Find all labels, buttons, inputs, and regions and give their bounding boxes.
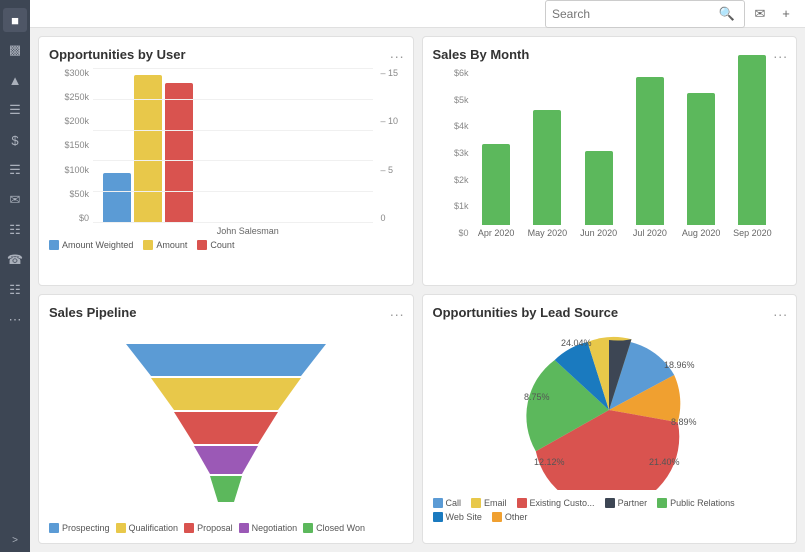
- opp-legend: Amount Weighted Amount Count: [49, 240, 403, 250]
- funnel-prospecting: [126, 344, 326, 376]
- funnel-chart: [116, 344, 336, 504]
- sidebar-icon-envelope[interactable]: ✉: [3, 188, 27, 212]
- legend-amount: Amount: [143, 240, 187, 250]
- legend-web-site: Web Site: [433, 512, 482, 522]
- opp-bar-red: [165, 83, 193, 223]
- funnel-container: [49, 326, 403, 521]
- sales-pipeline-menu[interactable]: ...: [390, 303, 405, 319]
- sidebar-icon-listalt[interactable]: ☷: [3, 278, 27, 302]
- legend-qualification: Qualification: [116, 523, 179, 533]
- sidebar: ■ ▩ ▲ ☰ $ ☴ ✉ ☷ ☎ ☷ ⋯ >: [0, 0, 30, 552]
- opp-yaxis-left: $0 $50k $100k $150k $200k $250k $300k: [49, 68, 89, 223]
- opp-by-lead-menu[interactable]: ...: [773, 303, 788, 319]
- month-sep: Sep 2020: [727, 55, 778, 238]
- funnel-qualification: [151, 378, 301, 410]
- legend-amount-weighted: Amount Weighted: [49, 240, 133, 250]
- pie-chart: 18.96% 8.89% 21.40% 12.12% 8.75% 24.04%: [509, 330, 709, 490]
- opp-bar-yellow: [134, 75, 162, 223]
- legend-partner: Partner: [605, 498, 648, 508]
- month-apr: Apr 2020: [471, 144, 522, 238]
- sidebar-expand-button[interactable]: >: [12, 535, 18, 546]
- legend-proposal: Proposal: [184, 523, 233, 533]
- legend-prospecting: Prospecting: [49, 523, 110, 533]
- sales-bar-chart-area: $0 $1k $2k $3k $4k $5k $6k Apr 2020 May …: [433, 68, 787, 238]
- sales-pipeline-title: Sales Pipeline: [49, 305, 403, 320]
- opp-yaxis-right: 0 – 5 – 10 – 15: [378, 68, 403, 223]
- dashboard: Opportunities by User ... $0 $50k $100k …: [30, 28, 805, 552]
- plus-icon[interactable]: +: [775, 3, 797, 25]
- search-wrap[interactable]: 🔍: [545, 0, 745, 28]
- opp-bar-blue: [103, 173, 131, 223]
- sidebar-icon-list[interactable]: ☰: [3, 98, 27, 122]
- legend-existing: Existing Custo...: [517, 498, 595, 508]
- pie-container: 18.96% 8.89% 21.40% 12.12% 8.75% 24.04%: [433, 326, 787, 494]
- legend-negotiation: Negotiation: [239, 523, 298, 533]
- opp-by-lead-panel: Opportunities by Lead Source ...: [422, 294, 798, 544]
- sidebar-icon-ellipsis[interactable]: ⋯: [3, 308, 27, 332]
- bell-icon[interactable]: ✉: [749, 3, 771, 25]
- legend-call: Call: [433, 498, 462, 508]
- opp-by-lead-title: Opportunities by Lead Source: [433, 305, 787, 320]
- sales-yaxis: $0 $1k $2k $3k $4k $5k $6k: [433, 68, 469, 238]
- opp-x-label: John Salesman: [93, 226, 403, 236]
- legend-count: Count: [197, 240, 234, 250]
- opp-by-user-panel: Opportunities by User ... $0 $50k $100k …: [38, 36, 414, 286]
- pie-label-other: 8.89%: [671, 417, 697, 427]
- legend-swatch-yellow: [143, 240, 153, 250]
- main-area: 🔍 ✉ + Opportunities by User ... $0: [30, 0, 805, 552]
- month-may: May 2020: [522, 110, 573, 238]
- search-input[interactable]: [552, 7, 712, 21]
- legend-other-lead: Other: [492, 512, 528, 522]
- sidebar-icon-dollar[interactable]: $: [3, 128, 27, 152]
- legend-public-relations: Public Relations: [657, 498, 735, 508]
- search-icon[interactable]: 🔍: [716, 3, 738, 25]
- pie-label-existing: 21.40%: [649, 457, 680, 467]
- legend-swatch-blue: [49, 240, 59, 250]
- opp-by-user-menu[interactable]: ...: [390, 45, 405, 61]
- opp-by-user-title: Opportunities by User: [49, 47, 403, 62]
- month-jul: Jul 2020: [624, 77, 675, 238]
- sidebar-icon-briefcase[interactable]: ☴: [3, 158, 27, 182]
- sidebar-icon-grid[interactable]: ■: [3, 8, 27, 32]
- sales-by-month-panel: Sales By Month ... $0 $1k $2k $3k $4k $5…: [422, 36, 798, 286]
- pie-label-call: 18.96%: [664, 360, 695, 370]
- topbar: 🔍 ✉ +: [30, 0, 805, 28]
- sales-pipeline-panel: Sales Pipeline ...: [38, 294, 414, 544]
- legend-swatch-red: [197, 240, 207, 250]
- sidebar-icon-phone[interactable]: ☎: [3, 248, 27, 272]
- sidebar-icon-tag[interactable]: ▲: [3, 68, 27, 92]
- pie-label-email: 24.04%: [561, 338, 592, 348]
- funnel-proposal: [174, 412, 278, 444]
- opp-bar-group: [103, 75, 193, 223]
- pie-label-web: 8.75%: [524, 392, 550, 402]
- pipeline-legend: Prospecting Qualification Proposal Negot…: [49, 523, 403, 533]
- sidebar-icon-calendar[interactable]: ☷: [3, 218, 27, 242]
- funnel-closed-won: [210, 476, 242, 502]
- pie-label-pr: 12.12%: [534, 457, 565, 467]
- sidebar-icon-chart[interactable]: ▩: [3, 38, 27, 62]
- month-aug: Aug 2020: [676, 93, 727, 238]
- pie-legend: Call Email Existing Custo... Partner Pub…: [433, 498, 787, 522]
- opp-chart: $0 $50k $100k $150k $200k $250k $300k 0 …: [49, 68, 403, 276]
- legend-closed-won: Closed Won: [303, 523, 365, 533]
- month-jun: Jun 2020: [573, 151, 624, 238]
- opp-bar-chart-area: $0 $50k $100k $150k $200k $250k $300k 0 …: [49, 68, 403, 223]
- legend-email: Email: [471, 498, 507, 508]
- funnel-negotiation: [194, 446, 258, 474]
